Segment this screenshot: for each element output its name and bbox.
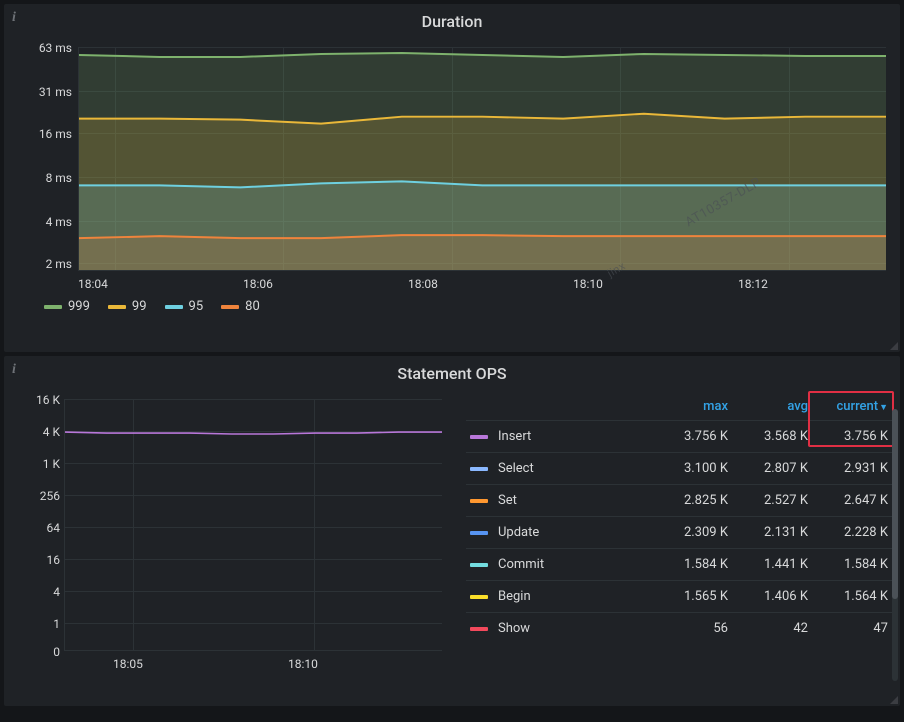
xtick: 18:06 xyxy=(243,277,273,291)
series-swatch xyxy=(470,499,488,503)
legend-label: 99 xyxy=(132,299,147,314)
ytick: 1 K xyxy=(20,457,60,471)
swatch xyxy=(221,305,239,309)
table-header: max avg current▼ xyxy=(466,393,892,420)
ytick: 4 xyxy=(20,585,60,599)
ytick: 16 ms xyxy=(22,127,72,141)
cell-max: 2.309 K xyxy=(648,525,728,540)
ytick: 0 xyxy=(20,645,60,659)
duration-legend: 999 99 95 80 xyxy=(4,289,900,314)
statement-ops-panel: i Statement OPS 16 K 4 K 1 K 256 64 16 4… xyxy=(4,356,900,706)
series-swatch xyxy=(470,467,488,471)
cell-max: 1.565 K xyxy=(648,589,728,604)
cell-avg: 1.441 K xyxy=(728,557,808,572)
statement-ops-table: max avg current▼ Insert3.756 K3.568 K3.7… xyxy=(448,387,900,689)
duration-chart[interactable]: 63 ms 31 ms 16 ms 8 ms 4 ms 2 ms xyxy=(18,41,886,289)
cell-current: 1.584 K xyxy=(808,557,888,572)
series-name: Commit xyxy=(498,557,648,572)
scrollbar[interactable] xyxy=(892,409,898,681)
column-header-max[interactable]: max xyxy=(648,399,728,414)
panel-title: Statement OPS xyxy=(4,356,900,387)
series-swatch xyxy=(470,627,488,631)
xtick: 18:12 xyxy=(738,277,768,291)
table-row[interactable]: Begin1.565 K1.406 K1.564 K xyxy=(466,580,892,612)
cell-current: 47 xyxy=(808,621,888,636)
legend-item-80[interactable]: 80 xyxy=(221,299,260,314)
cell-avg: 2.527 K xyxy=(728,493,808,508)
ytick: 8 ms xyxy=(22,171,72,185)
cell-current: 1.564 K xyxy=(808,589,888,604)
column-header-current[interactable]: current▼ xyxy=(808,399,888,414)
info-icon[interactable]: i xyxy=(12,362,16,378)
legend-label: 95 xyxy=(189,299,204,314)
cell-current: 3.756 K xyxy=(808,429,888,444)
table-row[interactable]: Commit1.584 K1.441 K1.584 K xyxy=(466,548,892,580)
series-name: Set xyxy=(498,493,648,508)
table-row[interactable]: Select3.100 K2.807 K2.931 K xyxy=(466,452,892,484)
series-name: Insert xyxy=(498,429,648,444)
series-swatch xyxy=(470,531,488,535)
cell-avg: 1.406 K xyxy=(728,589,808,604)
cell-max: 3.100 K xyxy=(648,461,728,476)
table-row[interactable]: Update2.309 K2.131 K2.228 K xyxy=(466,516,892,548)
cell-current: 2.931 K xyxy=(808,461,888,476)
swatch xyxy=(108,305,126,309)
ytick: 256 xyxy=(20,489,60,503)
cell-max: 56 xyxy=(648,621,728,636)
ytick: 16 K xyxy=(20,393,60,407)
panel-title: Duration xyxy=(4,4,900,35)
table-row[interactable]: Insert3.756 K3.568 K3.756 K xyxy=(466,420,892,452)
xtick: 18:05 xyxy=(113,657,143,671)
duration-panel: i Duration 63 ms 31 ms 16 ms 8 ms 4 ms 2… xyxy=(4,4,900,352)
cell-current: 2.228 K xyxy=(808,525,888,540)
statement-ops-chart[interactable]: 16 K 4 K 1 K 256 64 16 4 1 0 xyxy=(18,393,448,689)
xtick: 18:08 xyxy=(408,277,438,291)
cell-max: 2.825 K xyxy=(648,493,728,508)
cell-avg: 42 xyxy=(728,621,808,636)
column-header-avg[interactable]: avg xyxy=(728,399,808,414)
cell-max: 3.756 K xyxy=(648,429,728,444)
legend-label: 80 xyxy=(245,299,260,314)
ytick: 4 K xyxy=(20,425,60,439)
legend-item-999[interactable]: 999 xyxy=(44,299,90,314)
resize-handle[interactable] xyxy=(888,694,898,704)
cell-avg: 2.807 K xyxy=(728,461,808,476)
info-icon[interactable]: i xyxy=(12,10,16,26)
chart-plot-area[interactable]: AT10357-DLP jinx xyxy=(78,47,886,271)
series-name: Show xyxy=(498,621,648,636)
cell-avg: 2.131 K xyxy=(728,525,808,540)
xtick: 18:10 xyxy=(573,277,603,291)
ytick: 1 xyxy=(20,617,60,631)
series-name: Update xyxy=(498,525,648,540)
xtick: 18:04 xyxy=(78,277,108,291)
resize-handle[interactable] xyxy=(888,340,898,350)
table-row[interactable]: Show564247 xyxy=(466,612,892,644)
cell-avg: 3.568 K xyxy=(728,429,808,444)
cell-current: 2.647 K xyxy=(808,493,888,508)
xtick: 18:10 xyxy=(288,657,318,671)
ytick: 4 ms xyxy=(22,215,72,229)
ytick: 31 ms xyxy=(22,85,72,99)
swatch xyxy=(44,305,62,309)
legend-item-95[interactable]: 95 xyxy=(165,299,204,314)
scrollbar-thumb[interactable] xyxy=(892,409,898,599)
table-row[interactable]: Set2.825 K2.527 K2.647 K xyxy=(466,484,892,516)
sort-caret-desc-icon: ▼ xyxy=(879,403,888,413)
ytick: 16 xyxy=(20,553,60,567)
chart-plot-area[interactable] xyxy=(64,399,442,651)
series-name: Begin xyxy=(498,589,648,604)
swatch xyxy=(165,305,183,309)
ytick: 63 ms xyxy=(22,41,72,55)
cell-max: 1.584 K xyxy=(648,557,728,572)
series-swatch xyxy=(470,435,488,439)
ytick: 64 xyxy=(20,521,60,535)
series-swatch xyxy=(470,563,488,567)
ytick: 2 ms xyxy=(22,257,72,271)
series-name: Select xyxy=(498,461,648,476)
series-swatch xyxy=(470,595,488,599)
legend-item-99[interactable]: 99 xyxy=(108,299,147,314)
legend-label: 999 xyxy=(68,299,90,314)
